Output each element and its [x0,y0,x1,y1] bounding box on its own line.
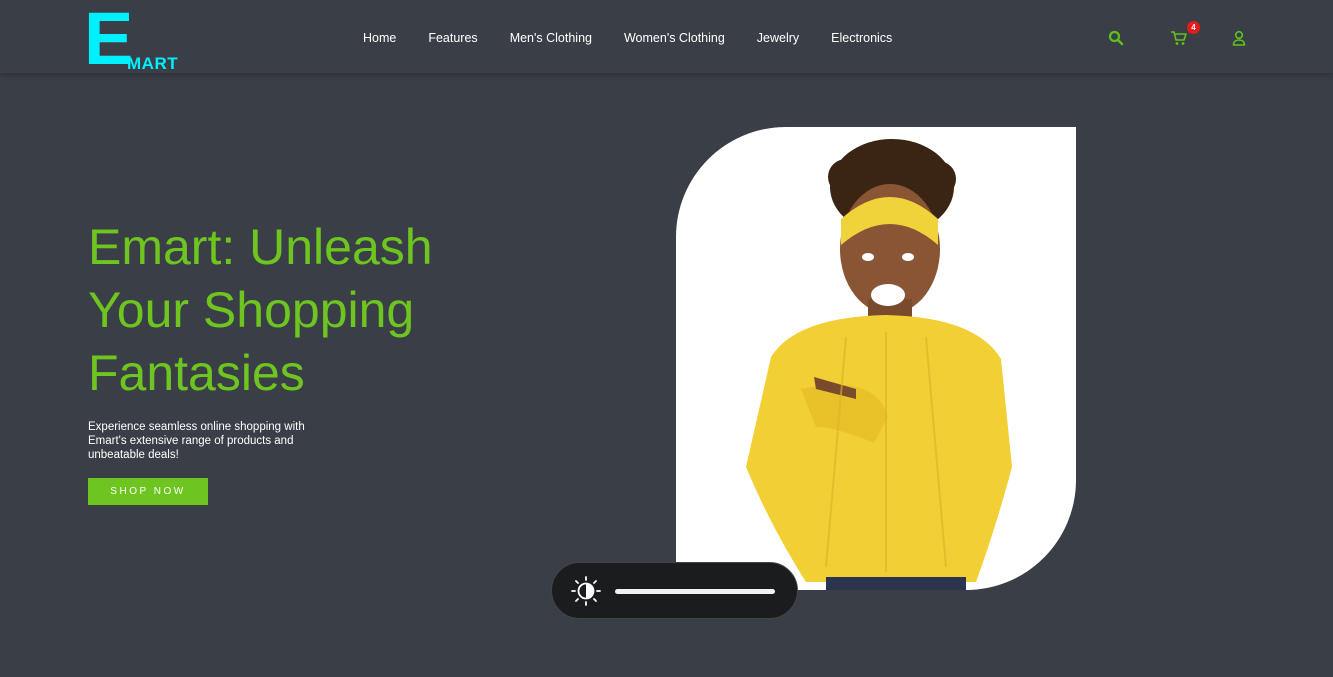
cart-icon[interactable] [1170,30,1190,50]
nav-mens-clothing[interactable]: Men's Clothing [494,31,608,45]
nav-jewelry[interactable]: Jewelry [741,31,815,45]
brand-logo[interactable]: E MART [84,2,194,76]
nav-electronics[interactable]: Electronics [815,31,908,45]
nav-womens-clothing[interactable]: Women's Clothing [608,31,741,45]
site-header: E MART Home Features Men's Clothing Women's… [0,0,1333,76]
hero-subtitle: Experience seamless online shopping with… [88,421,305,461]
shop-now-button[interactable]: SHOP NOW [88,478,208,505]
user-icon[interactable] [1231,30,1251,50]
logo-word: MART [127,54,179,73]
nav-home[interactable]: Home [347,31,412,45]
brightness-icon [570,575,602,607]
logo-letter: E [84,0,134,80]
brightness-control[interactable] [551,562,798,619]
nav-features[interactable]: Features [412,31,493,45]
search-icon[interactable] [1108,30,1128,50]
brightness-slider-fill [615,589,775,594]
cart-count-badge: 4 [1187,21,1200,34]
main-nav: Home Features Men's Clothing Women's Clothi… [347,31,908,45]
brightness-slider[interactable] [615,589,775,594]
hero-title: Emart: Unleash Your Shopping Fantasies [88,219,433,401]
hero-image [676,127,1076,590]
